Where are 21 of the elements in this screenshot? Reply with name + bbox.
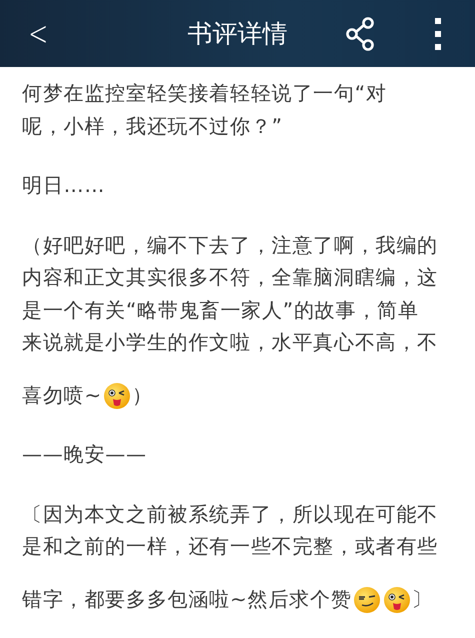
smirk-emoji-icon — [352, 586, 381, 614]
review-text: ——晚安—— — [22, 442, 147, 466]
review-text: 呢，小样，我还玩不过你？” — [22, 114, 283, 138]
review-text: 明日…… — [22, 173, 106, 197]
review-text: （好吧好吧，编不下去了，注意了啊，我编的 — [22, 232, 438, 256]
review-text: 〕 — [412, 586, 432, 610]
more-icon[interactable] — [434, 18, 442, 50]
review-text: 〔因为本文之前被系统弄了，所以现在可能不 — [22, 502, 438, 526]
review-text: 何梦在监控室轻笑接着轻轻说了一句“对 — [22, 81, 387, 105]
review-text: 内容和正文其实很多不符，全靠脑洞瞎编，这 — [22, 265, 438, 289]
tongue-out-emoji-icon — [382, 586, 411, 614]
review-text: 是和之前的一样，还有一些不完整，或者有些 — [22, 534, 438, 558]
share-icon[interactable] — [346, 16, 376, 50]
review-text: 来说就是小学生的作文啦，水平真心不高，不 — [22, 330, 438, 354]
tongue-out-emoji-icon — [102, 382, 131, 410]
review-text: ） — [132, 382, 153, 406]
review-text: 是一个有关“略带鬼畜一家人”的故事，简单 — [22, 298, 419, 322]
review-text: 喜勿喷~ — [22, 382, 102, 406]
page-title: 书评详情 — [188, 18, 288, 50]
back-button[interactable]: < — [24, 14, 52, 54]
review-text: 错字，都要多多包涵啦~然后求个赞 — [22, 586, 352, 610]
